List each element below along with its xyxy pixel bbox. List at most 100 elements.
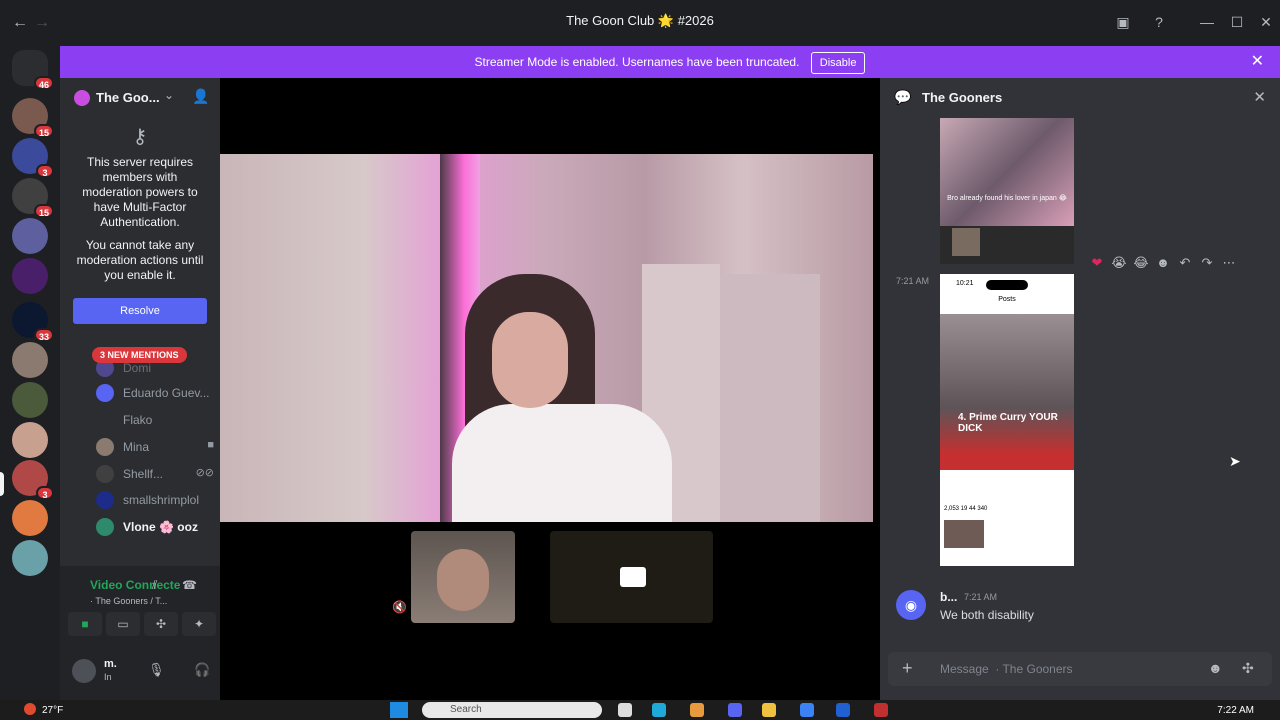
voice-member[interactable]: smallshrimplol	[96, 490, 214, 510]
video-person-face	[492, 312, 568, 408]
disconnect-icon[interactable]: ☎	[182, 578, 197, 592]
mfa-notice-text: This server requires members with modera…	[82, 155, 198, 229]
server-icon[interactable]	[12, 342, 48, 378]
participant-video-tile[interactable]	[411, 531, 515, 623]
title-bar: ← → The Goon Club 🌟 #2026 ▣ ? — ☐ ✕	[0, 0, 1280, 46]
unread-badge: 33	[33, 328, 54, 342]
screen-share-button[interactable]: ▭	[106, 612, 140, 636]
add-attachment-icon[interactable]: +	[902, 658, 913, 679]
message-input[interactable]	[940, 659, 1180, 679]
server-icon[interactable]	[12, 422, 48, 458]
server-icon[interactable]	[12, 500, 48, 536]
username[interactable]: m.	[104, 658, 117, 670]
member-name: Flako	[123, 413, 153, 427]
server-icon[interactable]	[12, 218, 48, 254]
heart-reaction-icon[interactable]: ❤	[1086, 255, 1108, 271]
emoji-icon[interactable]: ☻	[1208, 660, 1223, 676]
activities-button[interactable]: ✣	[144, 612, 178, 636]
resolve-button[interactable]: Resolve	[73, 298, 207, 324]
noise-suppression-icon[interactable]: ⫽	[152, 578, 157, 593]
forward-icon[interactable]: ↷	[1196, 255, 1218, 271]
taskbar-app-icon[interactable]	[836, 703, 850, 717]
edge-icon[interactable]	[652, 703, 666, 717]
taskbar-app-icon[interactable]	[800, 703, 814, 717]
server-icon[interactable]: 33	[12, 302, 54, 342]
taskbar-search[interactable]: Search	[422, 702, 602, 718]
help-icon[interactable]: ?	[1149, 12, 1169, 32]
voice-member[interactable]: Eduardo Guev...	[96, 383, 214, 403]
screenshot-status-bar: 10:21 Posts	[940, 274, 1074, 314]
chevron-down-icon[interactable]: ⌄	[164, 88, 174, 102]
file-explorer-icon[interactable]	[762, 703, 776, 717]
participant-face	[437, 549, 489, 611]
voice-member[interactable]: Shellf... ⊘⊘	[96, 464, 214, 484]
soundboard-button[interactable]: ✦	[182, 612, 216, 636]
video-person-body	[452, 404, 672, 522]
banner-text: Streamer Mode is enabled. Usernames have…	[474, 55, 800, 69]
task-view-icon[interactable]	[618, 703, 632, 717]
server-icon-the-goon-club[interactable]: 3	[12, 460, 54, 500]
close-chat-icon[interactable]: ✕	[1253, 88, 1266, 106]
weather-temperature[interactable]: 27°F	[42, 705, 63, 716]
participant-camera-tile[interactable]	[550, 531, 713, 623]
screenshot-posts-label: Posts	[998, 296, 1016, 303]
message-text: We both disability	[940, 608, 1034, 622]
chat-header: 💬 The Gooners ✕	[880, 78, 1280, 118]
member-name: smallshrimplol	[123, 493, 200, 507]
server-icon[interactable]	[12, 382, 48, 418]
disable-streamer-mode-button[interactable]: Disable	[810, 51, 866, 74]
close-banner-icon[interactable]: ✕	[1251, 46, 1264, 78]
laughing-reaction-icon[interactable]: 😂	[1130, 255, 1152, 271]
headphones-icon[interactable]: 🎧	[194, 662, 210, 678]
close-window-icon[interactable]: ✕	[1256, 12, 1276, 32]
avatar	[96, 411, 114, 429]
weather-icon[interactable]	[24, 703, 36, 715]
channel-sidebar: The Goo... ⌄ 👤 ⚷ This server requires me…	[60, 78, 220, 700]
discord-avatar-icon[interactable]: ◉	[896, 590, 926, 620]
new-mentions-pill[interactable]: 3 NEW MENTIONS	[92, 347, 187, 363]
direct-messages-button[interactable]: 46	[12, 50, 54, 90]
server-icon[interactable]: 3	[12, 138, 54, 178]
voice-member[interactable]: Flako	[96, 410, 214, 430]
minimize-icon[interactable]: —	[1197, 12, 1217, 32]
server-icon[interactable]: 15	[12, 98, 54, 138]
crying-reaction-icon[interactable]: 😭	[1108, 255, 1130, 271]
voice-member[interactable]: Vlone 🌸 ooz	[96, 517, 214, 537]
unread-badge: 15	[33, 124, 54, 138]
screenshot-clock: 10:21	[956, 280, 974, 287]
taskbar-app-icon[interactable]	[874, 703, 888, 717]
apps-icon[interactable]: ✣	[1242, 660, 1254, 677]
voice-channel-name[interactable]: · The Gooners / T...	[90, 596, 167, 606]
message-author[interactable]: b...	[940, 590, 957, 604]
unread-badge: 3	[36, 164, 54, 178]
server-header[interactable]: The Goo... ⌄ 👤	[60, 78, 220, 118]
clock[interactable]: 7:22 AM	[1217, 705, 1254, 716]
microphone-icon[interactable]: 🎙	[148, 662, 165, 678]
invite-people-icon[interactable]: 👤	[192, 88, 209, 105]
voice-member[interactable]: Mina ■	[96, 437, 214, 457]
window-title: The Goon Club 🌟 #2026	[566, 13, 714, 28]
image-attachment[interactable]: Bro already found his lover in japan 😂	[940, 118, 1074, 264]
server-icon[interactable]	[12, 540, 48, 576]
more-options-icon[interactable]: ⋯	[1218, 255, 1240, 271]
selected-server-indicator	[0, 472, 4, 496]
discord-icon[interactable]	[728, 703, 742, 717]
chat-title: The Gooners	[922, 90, 1003, 105]
maximize-icon[interactable]: ☐	[1227, 12, 1247, 32]
reply-icon[interactable]: ↶	[1174, 255, 1196, 271]
image-thumbnail	[952, 228, 980, 256]
avatar[interactable]	[72, 659, 96, 683]
server-icon[interactable]	[12, 258, 48, 294]
server-list: 46 15 3 15 33 3	[0, 46, 60, 700]
unread-badge: 15	[33, 204, 54, 218]
image-thumbnail	[944, 520, 984, 548]
add-reaction-icon[interactable]: ☻	[1152, 255, 1174, 270]
camera-button[interactable]: ■	[68, 612, 102, 636]
main-video-feed[interactable]	[220, 154, 873, 522]
start-menu-icon[interactable]	[390, 702, 408, 718]
image-attachment[interactable]: 10:21 Posts 4. Prime Curry YOUR DICK 2,0…	[940, 274, 1074, 566]
server-icon[interactable]: 15	[12, 178, 54, 218]
inbox-icon[interactable]: ▣	[1113, 12, 1133, 32]
avatar	[96, 465, 114, 483]
taskbar-app-icon[interactable]	[690, 703, 704, 717]
